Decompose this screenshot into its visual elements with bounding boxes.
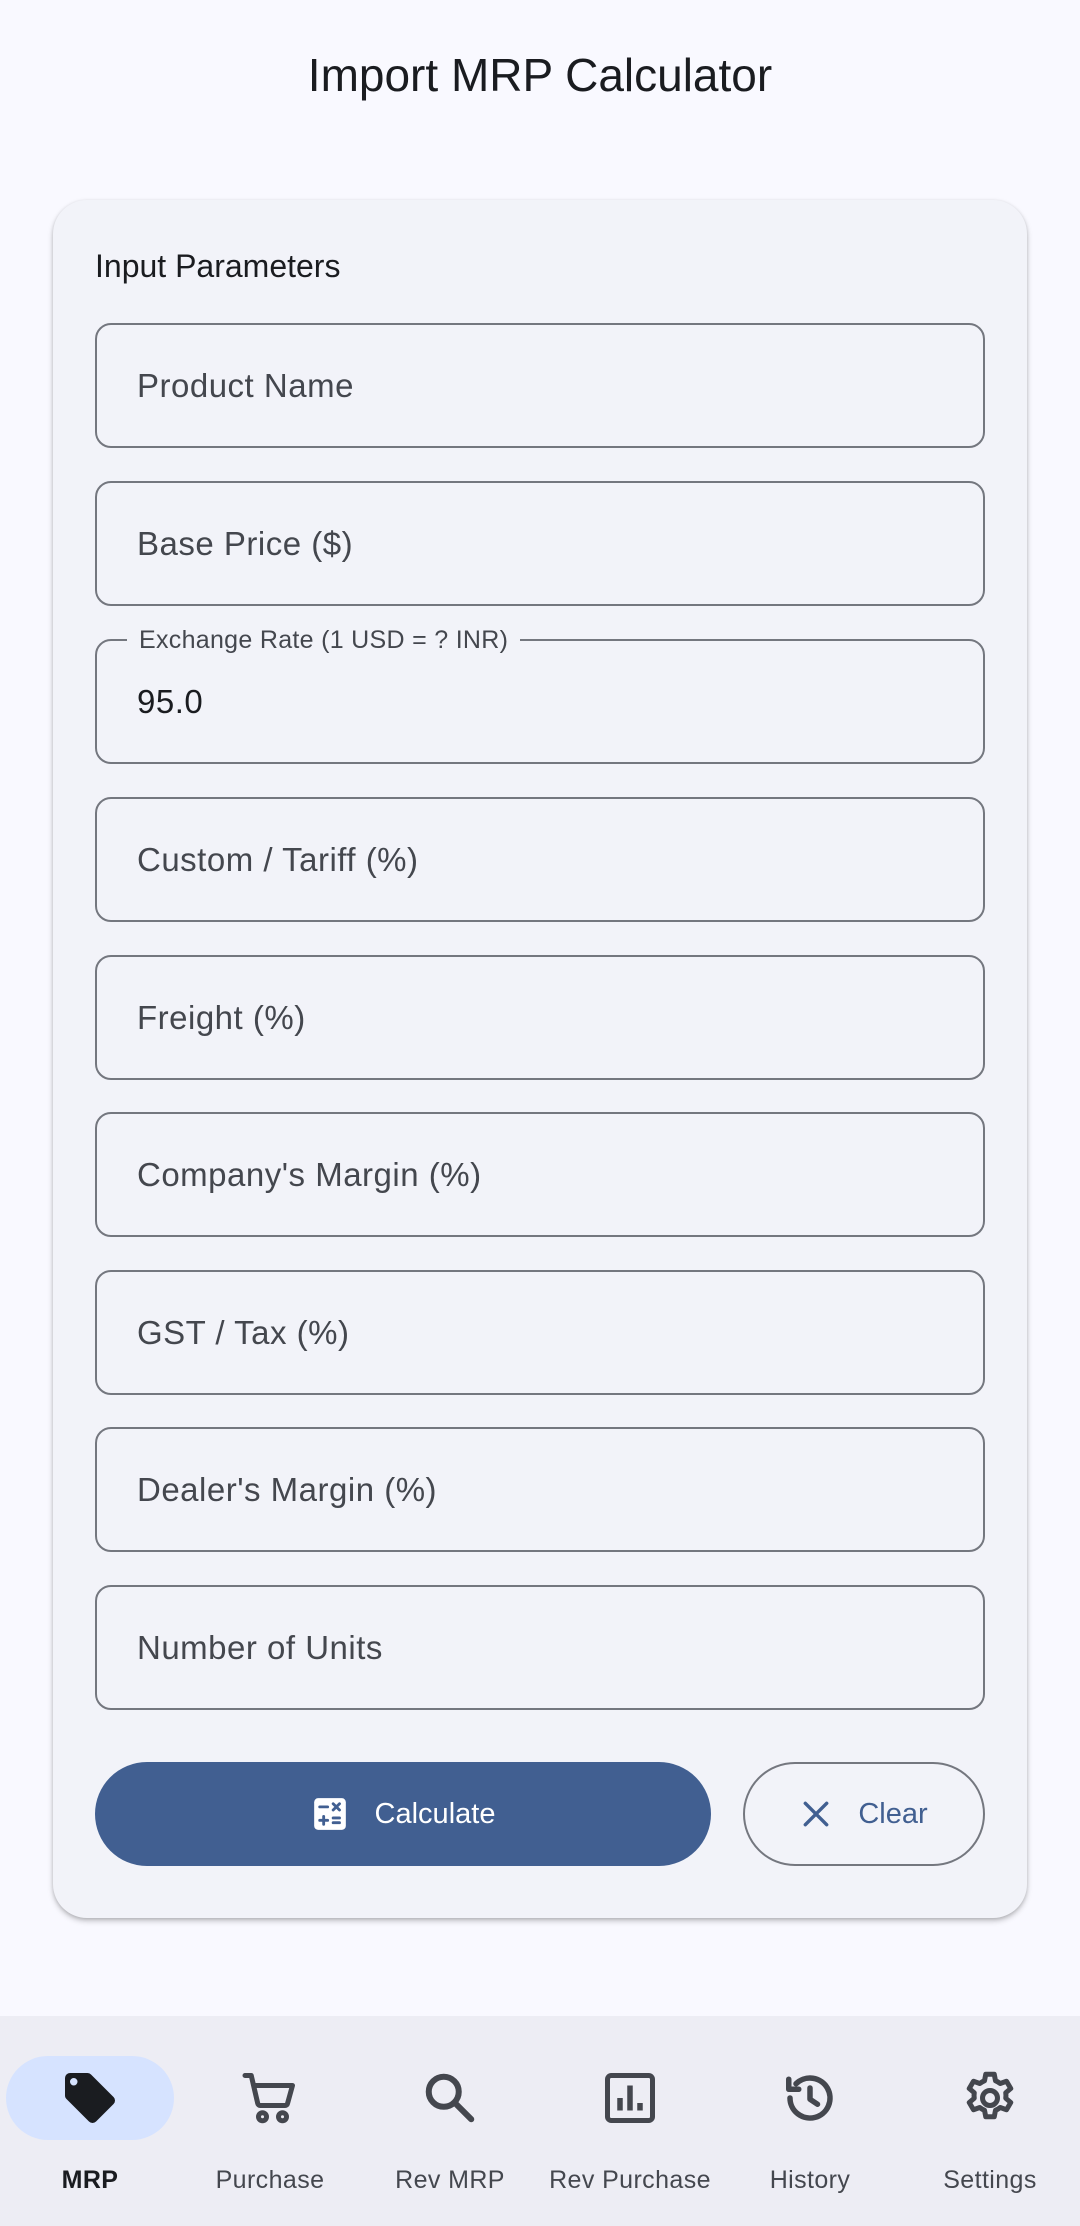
history-icon	[780, 2068, 840, 2128]
clear-button[interactable]: Clear	[743, 1762, 985, 1866]
nav-label-settings: Settings	[943, 2166, 1037, 2194]
number-of-units-placeholder: Number of Units	[137, 1628, 383, 1666]
gst-tax-field[interactable]: GST / Tax (%)	[95, 1270, 985, 1395]
nav-item-settings[interactable]: Settings	[900, 2016, 1080, 2226]
clear-label: Clear	[858, 1797, 928, 1830]
nav-item-rev-mrp[interactable]: Rev MRP	[360, 2016, 540, 2226]
nav-item-history[interactable]: History	[720, 2016, 900, 2226]
base-price-placeholder: Base Price ($)	[137, 524, 354, 562]
freight-field[interactable]: Freight (%)	[95, 955, 985, 1080]
nav-label-rev-mrp: Rev MRP	[395, 2166, 505, 2194]
exchange-rate-label: Exchange Rate (1 USD = ? INR)	[127, 626, 521, 654]
page-title: Import MRP Calculator	[307, 49, 773, 101]
nav-item-purchase[interactable]: Purchase	[180, 2016, 360, 2226]
nav-active-indicator	[6, 2056, 174, 2140]
custom-tariff-field[interactable]: Custom / Tariff (%)	[95, 797, 985, 922]
nav-label-purchase: Purchase	[215, 2166, 325, 2194]
company-margin-field[interactable]: Company's Margin (%)	[95, 1112, 985, 1237]
dealer-margin-placeholder: Dealer's Margin (%)	[137, 1470, 438, 1508]
search-icon	[420, 2068, 480, 2128]
section-title: Input Parameters	[95, 248, 341, 284]
freight-placeholder: Freight (%)	[137, 998, 306, 1036]
tag-icon	[60, 2068, 120, 2128]
nav-label-history: History	[769, 2166, 851, 2194]
nav-label-rev-purchase: Rev Purchase	[549, 2166, 711, 2194]
nav-label-mrp: MRP	[61, 2166, 119, 2194]
app-bar: Import MRP Calculator	[0, 0, 1080, 150]
input-parameters-card: Input Parameters Product Name Base Price…	[53, 200, 1027, 1918]
company-margin-placeholder: Company's Margin (%)	[137, 1155, 482, 1193]
number-of-units-field[interactable]: Number of Units	[95, 1585, 985, 1710]
gear-icon	[960, 2068, 1020, 2128]
bottom-navigation: MRP Purchase Rev MRP Rev Purchase Histor…	[0, 2016, 1080, 2226]
gst-tax-placeholder: GST / Tax (%)	[137, 1313, 350, 1351]
bar-chart-icon	[600, 2068, 660, 2128]
exchange-rate-field[interactable]: Exchange Rate (1 USD = ? INR) 95.0	[95, 626, 985, 764]
product-name-field[interactable]: Product Name	[95, 323, 985, 448]
calculator-icon	[311, 1795, 349, 1833]
product-name-placeholder: Product Name	[137, 366, 354, 404]
base-price-field[interactable]: Base Price ($)	[95, 481, 985, 606]
nav-item-mrp[interactable]: MRP	[0, 2016, 180, 2226]
nav-item-rev-purchase[interactable]: Rev Purchase	[540, 2016, 720, 2226]
cart-icon	[240, 2068, 300, 2128]
dealer-margin-field[interactable]: Dealer's Margin (%)	[95, 1427, 985, 1552]
custom-tariff-placeholder: Custom / Tariff (%)	[137, 840, 419, 878]
calculate-button[interactable]: Calculate	[95, 1762, 711, 1866]
exchange-rate-value: 95.0	[137, 682, 204, 720]
close-icon	[800, 1798, 832, 1830]
calculate-label: Calculate	[374, 1797, 496, 1830]
